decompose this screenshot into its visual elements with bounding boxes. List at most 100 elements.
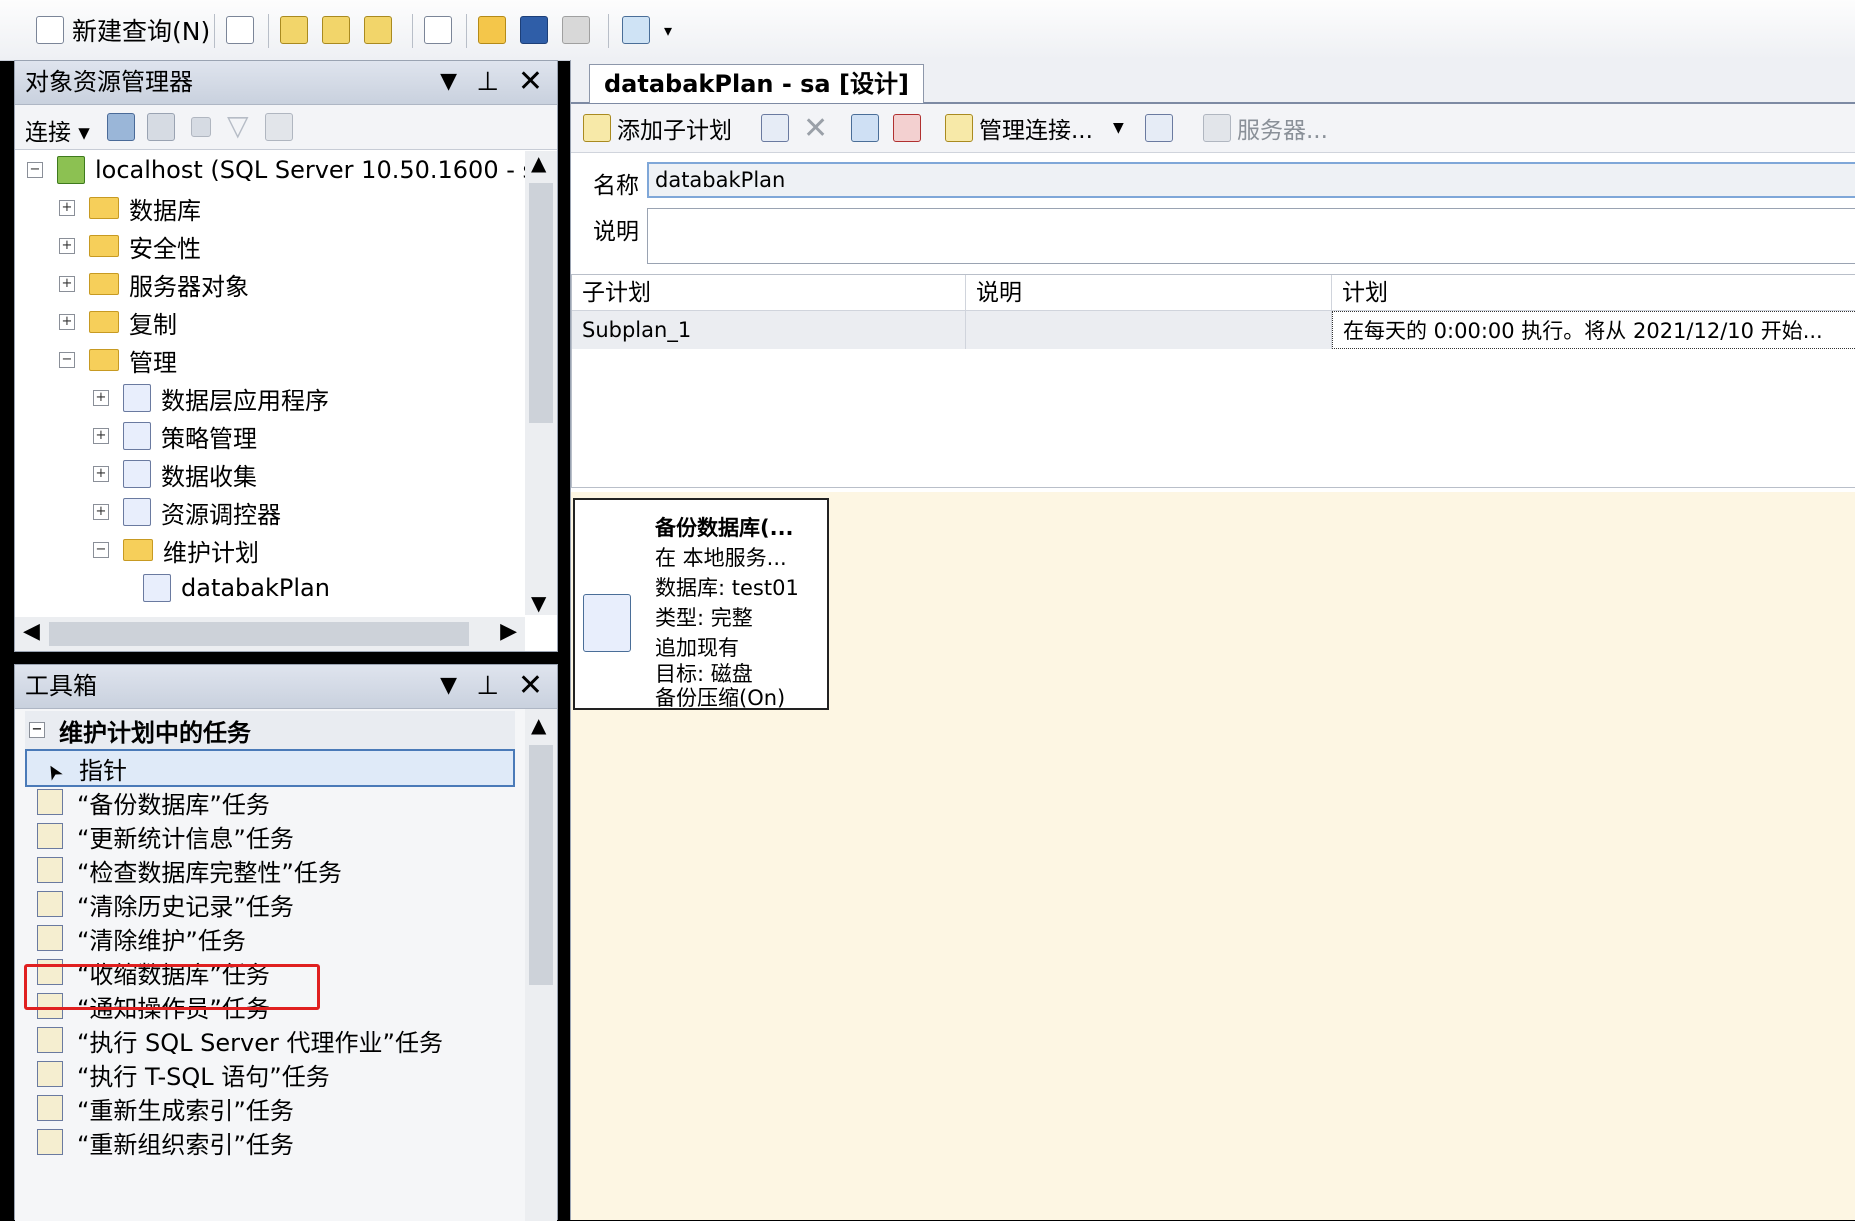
dmx-query-button[interactable] [322,12,350,48]
collapse-icon[interactable]: − [93,542,109,558]
toolbox-item[interactable]: “执行 SQL Server 代理作业”任务 [25,1021,515,1059]
subplan-schedule-button[interactable] [851,112,879,144]
toolbox-section-header[interactable]: − 维护计划中的任务 [25,711,515,749]
tree-node-label: 数据库 [129,196,201,225]
toolbox-item[interactable]: “清除历史记录”任务 [25,885,515,923]
object-explorer-toolbar: 连接 ▾ ▽ [15,105,557,150]
scroll-right-icon[interactable]: ▶ [500,619,517,644]
toolbox-item-label: “重新组织索引”任务 [77,1130,294,1159]
print-button[interactable] [562,12,590,48]
cell-subplan-name[interactable]: Subplan_1 [572,311,966,349]
add-subplan-icon [583,114,611,142]
manage-connections-button[interactable]: 管理连接... ▼ [945,112,1124,144]
description-input[interactable] [647,208,1855,264]
toolbox-item[interactable]: “清除维护”任务 [25,919,515,957]
highlight-box [24,964,320,1010]
expand-icon[interactable]: + [93,428,109,444]
tree-node[interactable]: + 数据库 [59,189,201,227]
tree-node[interactable]: − 管理 [59,341,177,379]
tree-node[interactable]: + 数据收集 [93,455,257,493]
task-detail-type: 类型: 完整 [655,606,753,630]
connect-object-explorer-icon[interactable] [107,113,135,141]
subplan-properties-button[interactable] [761,112,789,144]
toolbox-item[interactable]: “重新生成索引”任务 [25,1089,515,1127]
chevron-down-icon[interactable]: ▼ [1113,120,1124,136]
reporting-logging-button[interactable] [1145,112,1173,144]
object-explorer-panel: 对象资源管理器 ▼ ⊥ ✕ 连接 ▾ ▽ − localhost (SQL Ser… [14,60,558,652]
connect-button[interactable]: 连接 ▾ [25,113,90,147]
toolbox-item[interactable]: “更新统计信息”任务 [25,817,515,855]
disconnect-icon[interactable] [147,113,175,141]
toolbox-item[interactable]: ➤ 指针 [25,749,515,787]
cell-subplan-schedule[interactable]: 在每天的 0:00:00 执行。将从 2021/12/10 开始... [1332,311,1855,349]
servers-button[interactable]: 服务器... [1203,112,1328,144]
toolbox-item[interactable]: “备份数据库”任务 [25,783,515,821]
tab-databakplan[interactable]: databakPlan - sa [设计] [589,64,924,103]
tree-node[interactable]: + 数据层应用程序 [93,379,329,417]
open-file-button[interactable] [478,12,506,48]
tree-node[interactable]: databakPlan [127,569,330,607]
toolbox-item[interactable]: “执行 T-SQL 语句”任务 [25,1055,515,1093]
cell-subplan-description[interactable] [966,311,1332,349]
remove-schedule-button[interactable] [893,112,921,144]
scroll-up-icon[interactable]: ▲ [531,151,546,175]
delete-icon[interactable]: ✕ [803,111,828,146]
maintenance-cleanup-icon [37,925,63,951]
toolbox-vertical-scrollbar[interactable]: ▲ [525,709,557,1221]
new-query-button[interactable]: 新建查询(N) [36,12,210,48]
scroll-left-icon[interactable]: ◀ [23,619,40,644]
expand-icon[interactable]: + [59,276,75,292]
dropdown-icon[interactable]: ▼ [440,61,457,103]
collapse-icon[interactable]: − [27,162,43,178]
toolbar-overflow-icon[interactable]: ▾ [664,12,672,48]
expand-icon[interactable]: + [59,314,75,330]
tree-node[interactable]: − localhost (SQL Server 10.50.1600 - sa) [27,151,525,189]
close-icon[interactable]: ✕ [518,61,543,103]
design-surface[interactable]: 备份数据库(... 在 本地服务... 数据库: test01 类型: 完整 追… [571,492,1855,1220]
add-subplan-button[interactable]: 添加子计划 [583,112,732,144]
backup-database-task-box[interactable]: 备份数据库(... 在 本地服务... 数据库: test01 类型: 完整 追… [573,498,829,710]
name-input[interactable]: databakPlan [647,162,1855,198]
tree-node-label: 策略管理 [161,424,257,453]
expand-icon[interactable]: + [59,200,75,216]
dropdown-icon[interactable]: ▼ [440,665,457,707]
close-icon[interactable]: ✕ [518,665,543,707]
collapse-icon[interactable]: − [29,722,45,738]
column-header-description[interactable]: 说明 [966,275,1332,311]
tree-node[interactable]: + 资源调控器 [93,493,281,531]
tree-node[interactable]: + 复制 [59,303,177,341]
new-file-button[interactable] [226,12,254,48]
policy-icon [123,422,151,450]
stop-icon[interactable] [191,117,211,137]
expand-icon[interactable]: + [93,466,109,482]
tree-node[interactable]: − 维护计划 [93,531,259,569]
scroll-up-icon[interactable]: ▲ [531,713,546,737]
pin-icon[interactable]: ⊥ [476,665,499,707]
expand-icon[interactable]: + [93,390,109,406]
object-explorer-vertical-scrollbar[interactable]: ▲ ▼ [525,151,557,615]
tree-node[interactable]: + 安全性 [59,227,201,265]
toolbox-item[interactable]: “重新组织索引”任务 [25,1123,515,1161]
toolbox-item-label: “执行 T-SQL 语句”任务 [77,1062,330,1091]
mdx-query-button[interactable] [280,12,308,48]
toolbox-item[interactable]: “检查数据库完整性”任务 [25,851,515,889]
xmla-query-button[interactable] [364,12,392,48]
folder-icon [89,273,119,295]
filter-icon[interactable]: ▽ [227,109,249,142]
scroll-down-icon[interactable]: ▼ [531,591,546,615]
pin-icon[interactable]: ⊥ [476,61,499,103]
column-header-subplan[interactable]: 子计划 [572,275,966,311]
tree-node[interactable]: + 服务器对象 [59,265,249,303]
tree-node[interactable]: + 策略管理 [93,417,257,455]
expand-icon[interactable]: + [59,238,75,254]
activity-monitor-button[interactable] [622,12,650,48]
collapse-icon[interactable]: − [59,352,75,368]
column-header-schedule[interactable]: 计划 [1332,275,1855,311]
object-explorer-horizontal-scrollbar[interactable]: ◀ ▶ [15,617,525,651]
refresh-icon[interactable] [265,113,293,141]
expand-icon[interactable]: + [93,504,109,520]
save-button[interactable] [520,12,548,48]
toolbox-title: 工具箱 [25,672,97,700]
new-item-button[interactable] [424,12,452,48]
task-detail-server: 在 本地服务... [655,546,787,570]
